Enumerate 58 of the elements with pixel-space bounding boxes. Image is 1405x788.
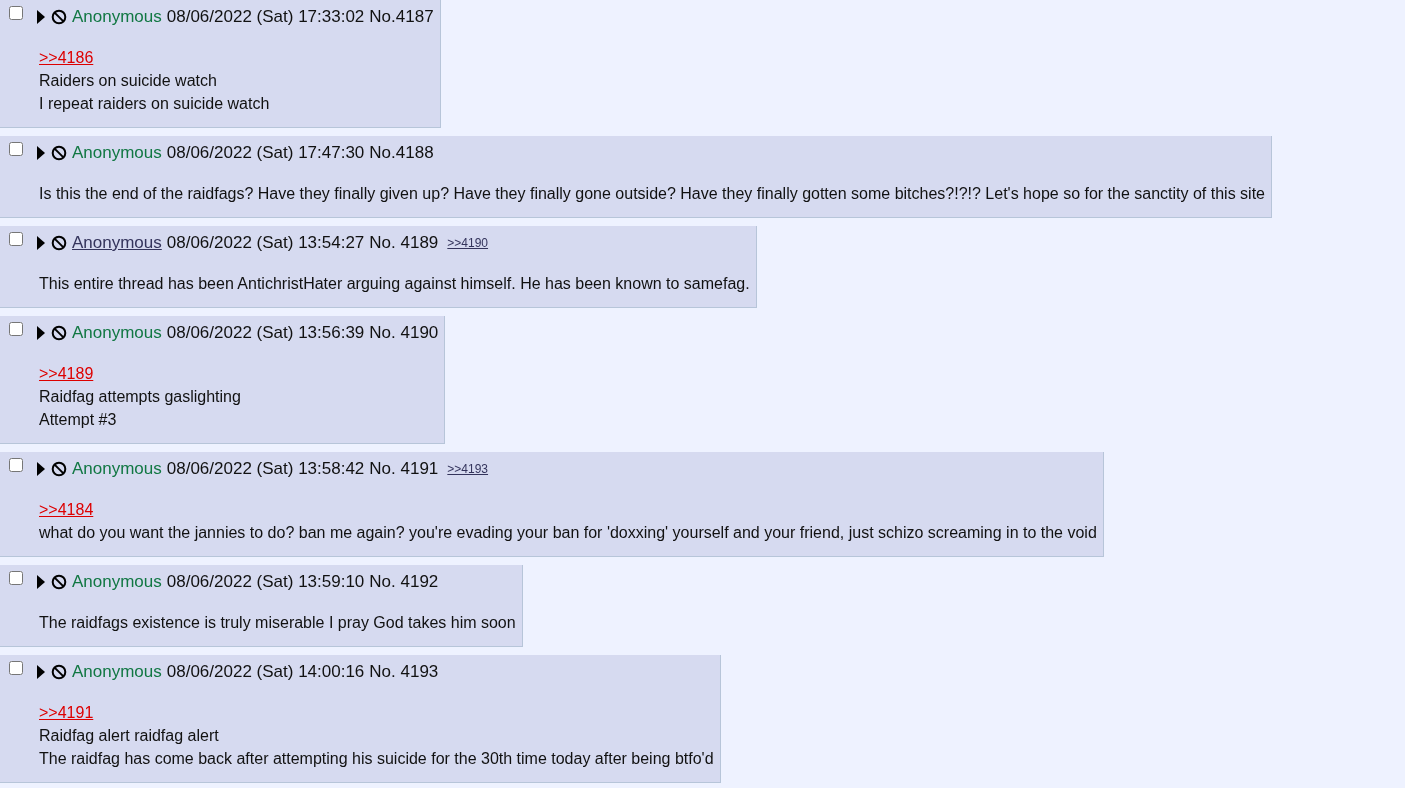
poster-name: Anonymous (72, 459, 162, 479)
post-date: 08/06/2022 (Sat) 17:47:30 (166, 143, 365, 163)
post-checkbox[interactable] (9, 661, 23, 675)
hide-icon[interactable] (51, 325, 67, 341)
hide-icon[interactable] (51, 145, 67, 161)
post-date: 08/06/2022 (Sat) 13:59:10 (166, 572, 365, 592)
quote-link[interactable]: >>4186 (39, 49, 94, 66)
poster-name: Anonymous (72, 143, 162, 163)
hide-icon[interactable] (51, 461, 67, 477)
hide-icon[interactable] (51, 9, 67, 25)
post-text: The raidfag has come back after attempting his suicide for the 30th time today after being btfo'd (39, 749, 714, 769)
post-checkbox[interactable] (9, 6, 23, 20)
expand-arrow-icon[interactable] (36, 665, 46, 679)
post-text: Attempt #3 (39, 410, 118, 430)
expand-arrow-icon[interactable] (36, 10, 46, 24)
post-number[interactable]: No. 4192 (369, 572, 439, 592)
post-checkbox[interactable] (9, 142, 23, 156)
post-number[interactable]: No. 4193 (369, 662, 439, 682)
post-text: Is this the end of the raidfags? Have they finally given up? Have they finally gone outside? Have they finally gotten some bitches?!?!? Let's hope so for the sanctity of this site (39, 184, 1265, 204)
expand-arrow-icon[interactable] (36, 326, 46, 340)
hide-icon[interactable] (51, 235, 67, 251)
backlink[interactable]: >>4193 (447, 462, 489, 476)
poster-name: Anonymous (72, 323, 162, 343)
poster-name: Anonymous (72, 7, 162, 27)
post-text: Raidfag attempts gaslighting (39, 387, 242, 407)
post-text: The raidfags existence is truly miserable I pray God takes him soon (39, 613, 516, 633)
post-text: what do you want the jannies to do? ban me again? you're evading your ban for 'doxxing' yourself and your friend, just schizo screaming in to the void (39, 523, 1097, 543)
poster-name: Anonymous (72, 572, 162, 592)
post-date: 08/06/2022 (Sat) 13:56:39 (166, 323, 365, 343)
post-number[interactable]: No. 4190 (369, 323, 439, 343)
post-text: Raiders on suicide watch (39, 71, 218, 91)
post-checkbox[interactable] (9, 571, 23, 585)
post-checkbox[interactable] (9, 458, 23, 472)
poster-name[interactable]: Anonymous (72, 233, 162, 253)
hide-icon[interactable] (51, 574, 67, 590)
post-text: Raidfag alert raidfag alert (39, 726, 220, 746)
post-date: 08/06/2022 (Sat) 13:58:42 (166, 459, 365, 479)
expand-arrow-icon[interactable] (36, 462, 46, 476)
post-checkbox[interactable] (9, 322, 23, 336)
post-number[interactable]: No. 4189 (369, 233, 439, 253)
post-text: I repeat raiders on suicide watch (39, 94, 271, 114)
backlink[interactable]: >>4190 (447, 236, 489, 250)
quote-link[interactable]: >>4189 (39, 365, 94, 382)
poster-name: Anonymous (72, 662, 162, 682)
post-number[interactable]: No. 4191 (369, 459, 439, 479)
post-number[interactable]: No.4187 (369, 7, 434, 27)
quote-link[interactable]: >>4184 (39, 501, 94, 518)
post-date: 08/06/2022 (Sat) 17:33:02 (166, 7, 365, 27)
post-date: 08/06/2022 (Sat) 13:54:27 (166, 233, 365, 253)
post-checkbox[interactable] (9, 232, 23, 246)
post-date: 08/06/2022 (Sat) 14:00:16 (166, 662, 365, 682)
quote-link[interactable]: >>4191 (39, 704, 94, 721)
expand-arrow-icon[interactable] (36, 575, 46, 589)
post-text: This entire thread has been AntichristHater arguing against himself. He has been known to samefag. (39, 274, 750, 294)
hide-icon[interactable] (51, 664, 67, 680)
expand-arrow-icon[interactable] (36, 236, 46, 250)
expand-arrow-icon[interactable] (36, 146, 46, 160)
post-number[interactable]: No.4188 (369, 143, 434, 163)
